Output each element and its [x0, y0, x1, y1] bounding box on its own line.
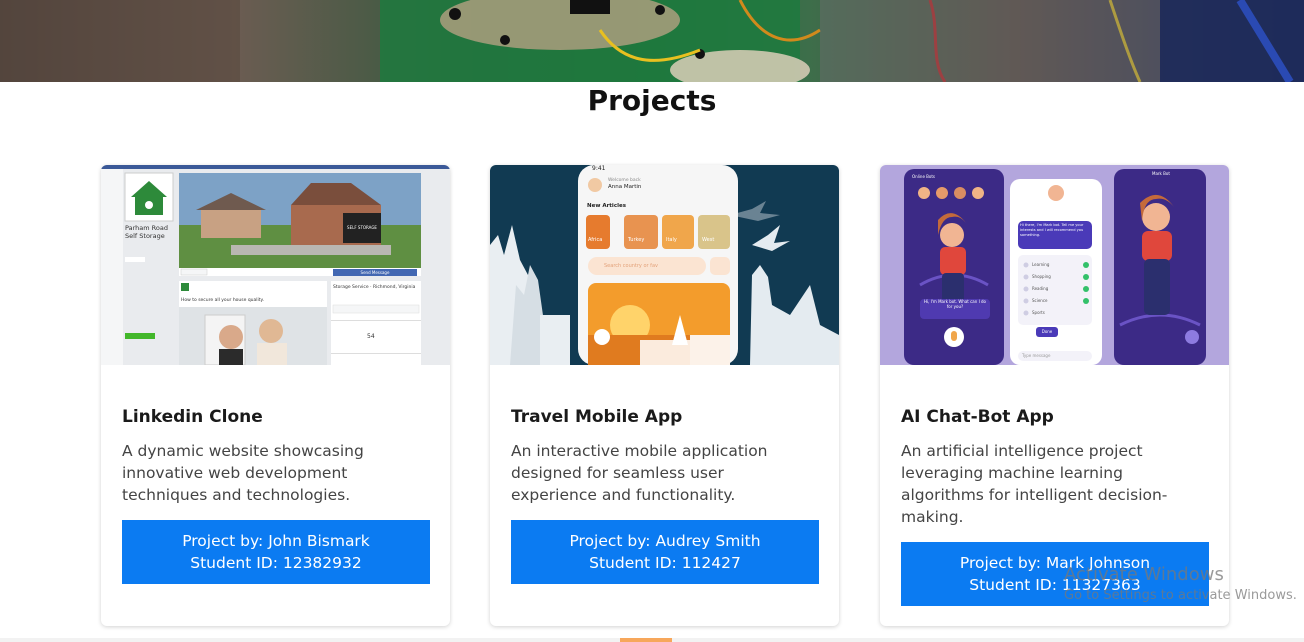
- bot-name-header: Mark Bot: [1152, 171, 1170, 176]
- project-thumbnail: 9:41 Welcome back Anna Martin New Articl…: [490, 165, 839, 365]
- student-id-label: Student ID: 12382932: [190, 554, 362, 572]
- project-title: Linkedin Clone: [122, 407, 263, 427]
- option-sports: Sports: [1032, 310, 1045, 315]
- articles-section-label: New Articles: [587, 203, 626, 209]
- facebook-page-screenshot: [101, 165, 450, 365]
- user-name: Anna Martin: [608, 184, 642, 190]
- project-card-linkedin-clone: Parham Road Self Storage SELF STORAGE Se…: [101, 165, 450, 626]
- chat-bubble-text: Hi there, I'm Mark bot. Tell me your int…: [1020, 223, 1084, 237]
- travel-app-screenshot: [490, 165, 839, 365]
- storage-sign-text: SELF STORAGE: [347, 225, 377, 230]
- project-title: Travel Mobile App: [511, 407, 683, 427]
- option-shopping: Shopping: [1032, 274, 1051, 279]
- hero-banner-image: [0, 0, 1304, 82]
- message-input-placeholder: Type message: [1022, 353, 1051, 358]
- project-card-travel-mobile-app: 9:41 Welcome back Anna Martin New Articl…: [490, 165, 839, 626]
- project-thumbnail: Parham Road Self Storage SELF STORAGE Se…: [101, 165, 450, 365]
- destination-africa: Africa: [588, 237, 603, 243]
- post-caption: How to secure all your house quality.: [181, 298, 265, 303]
- search-placeholder: Search country or fav: [604, 263, 658, 269]
- student-id-label: Student ID: 112427: [589, 554, 741, 572]
- windows-activation-watermark: Activate Windows Go to Settings to activ…: [1064, 564, 1297, 606]
- destination-turkey: Turkey: [628, 237, 645, 243]
- watermark-subtitle: Go to Settings to activate Windows.: [1064, 588, 1297, 603]
- project-card-ai-chat-bot-app: Online Bots Hi, I'm Mark bot. What can I…: [880, 165, 1229, 626]
- done-button-label: Done: [1041, 329, 1053, 334]
- circuit-board-illustration: [0, 0, 1304, 82]
- option-science: Science: [1032, 298, 1048, 303]
- phone-time: 9:41: [592, 165, 606, 172]
- project-author-button[interactable]: Project by: Audrey Smith Student ID: 112…: [511, 520, 819, 584]
- project-description: An artificial intelligence project lever…: [901, 442, 1168, 526]
- project-description: A dynamic website showcasing innovative …: [122, 442, 364, 504]
- project-author-label: Project by: John Bismark: [182, 532, 370, 550]
- project-author-label: Project by: Audrey Smith: [569, 532, 761, 550]
- scroll-indicator: [620, 638, 672, 642]
- message-button-label: Send Message: [360, 270, 390, 275]
- project-thumbnail: Online Bots Hi, I'm Mark bot. What can I…: [880, 165, 1229, 365]
- option-reading: Reading: [1032, 286, 1049, 291]
- likes-count: 54: [367, 333, 375, 340]
- about-text: Storage Service · Richmond, Virginia: [333, 285, 416, 290]
- bots-header: Online Bots: [912, 174, 936, 179]
- section-title: Projects: [587, 84, 717, 117]
- option-learning: Learning: [1032, 262, 1050, 267]
- watermark-title: Activate Windows: [1064, 564, 1224, 585]
- project-description: An interactive mobile application design…: [511, 442, 768, 504]
- bottom-divider: [0, 638, 1304, 642]
- project-title: AI Chat-Bot App: [901, 407, 1054, 427]
- destination-italy: Italy: [666, 237, 677, 243]
- page-name-caption: Parham Road Self Storage: [125, 224, 168, 240]
- project-author-button[interactable]: Project by: John Bismark Student ID: 123…: [122, 520, 430, 584]
- chatbot-app-screenshot: [880, 165, 1229, 365]
- bot-greeting-caption: Hi, I'm Mark bot. What can I do for you?: [923, 299, 987, 309]
- destination-west: West: [702, 237, 715, 243]
